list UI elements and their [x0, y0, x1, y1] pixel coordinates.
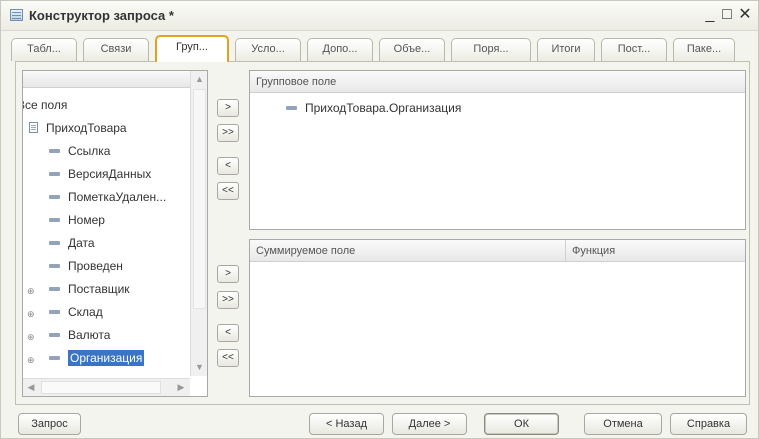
remove-all-summary-fields-button[interactable]: << — [217, 349, 239, 367]
tree-field-item[interactable]: ПометкаУдален... — [49, 190, 166, 209]
tab-grouping[interactable]: Груп... — [155, 35, 229, 62]
group-field-row[interactable]: ПриходТовара.Организация — [286, 101, 461, 120]
minimize-icon[interactable]: _ — [701, 6, 719, 24]
tree-field-item[interactable]: ВерсияДанных — [49, 167, 151, 186]
field-icon — [49, 241, 60, 245]
tree-horizontal-scrollbar[interactable]: ◀ ▶ — [23, 378, 190, 396]
field-icon — [49, 310, 60, 314]
function-column-header[interactable]: Функция — [566, 240, 745, 262]
tab-links[interactable]: Связи — [83, 38, 149, 61]
expand-icon[interactable]: ⊕ — [27, 286, 35, 297]
tree-field-label: Проведен — [68, 259, 123, 273]
expand-icon[interactable]: ⊕ — [27, 332, 35, 343]
tree-field-item[interactable]: Поставщик — [49, 282, 130, 301]
tree-field-item[interactable]: Склад — [49, 305, 103, 324]
field-icon — [49, 149, 60, 153]
add-group-field-button[interactable]: > — [217, 99, 239, 117]
add-all-group-fields-button[interactable]: >> — [217, 124, 239, 142]
scroll-down-icon[interactable]: ▼ — [191, 359, 207, 376]
tab-builder[interactable]: Пост... — [601, 38, 667, 61]
tree-field-label: Поставщик — [68, 282, 130, 296]
title-bar[interactable]: Конструктор запроса * _ □ ✕ — [1, 1, 758, 31]
scroll-right-icon[interactable]: ▶ — [173, 379, 189, 396]
tree-field-item[interactable]: Номер — [49, 213, 105, 232]
tree-field-label: Дата — [68, 236, 95, 250]
tree-field-item[interactable]: Дата — [49, 236, 95, 255]
remove-group-field-button[interactable]: < — [217, 157, 239, 175]
fields-tree[interactable]: Все поля ПриходТовара Ссылка ВерсияДанны… — [22, 70, 208, 397]
field-icon — [49, 195, 60, 199]
tree-field-item[interactable]: Валюта — [49, 328, 110, 347]
group-field-label: ПриходТовара.Организация — [305, 101, 462, 115]
query-button[interactable]: Запрос — [18, 413, 81, 435]
tree-field-item[interactable]: Проведен — [49, 259, 123, 278]
tree-root-all-fields[interactable]: Все поля — [23, 98, 67, 117]
next-button[interactable]: Далее > — [392, 413, 467, 435]
field-icon — [49, 172, 60, 176]
maximize-icon[interactable]: □ — [718, 6, 736, 24]
summary-field-column-header[interactable]: Суммируемое поле — [250, 240, 566, 262]
tree-field-label: ПометкаУдален... — [68, 190, 167, 204]
tab-tables[interactable]: Табл... — [11, 38, 77, 61]
tab-batch[interactable]: Паке... — [673, 38, 735, 61]
back-button[interactable]: < Назад — [309, 413, 384, 435]
scroll-up-icon[interactable]: ▲ — [191, 71, 207, 88]
query-builder-window: Конструктор запроса * _ □ ✕ Табл... Связ… — [0, 0, 759, 439]
tab-unions[interactable]: Объе... — [379, 38, 445, 61]
tree-table-label: ПриходТовара — [46, 121, 127, 135]
tab-order[interactable]: Поря... — [451, 38, 531, 61]
field-icon — [49, 356, 60, 360]
tab-totals[interactable]: Итоги — [537, 38, 595, 61]
close-icon[interactable]: ✕ — [736, 6, 754, 24]
window-title: Конструктор запроса * — [29, 8, 174, 23]
document-icon — [29, 122, 38, 133]
tree-field-label: Склад — [68, 305, 103, 319]
add-all-summary-fields-button[interactable]: >> — [217, 291, 239, 309]
tree-field-label: Валюта — [68, 328, 111, 342]
tree-field-item[interactable]: Ссылка — [49, 144, 110, 163]
field-icon — [286, 106, 297, 110]
expand-icon[interactable]: ⊕ — [27, 355, 35, 366]
group-field-column-header[interactable]: Групповое поле — [250, 71, 745, 93]
scroll-thumb[interactable] — [193, 89, 206, 309]
tree-vertical-scrollbar[interactable]: ▲ ▼ — [190, 71, 207, 376]
table-icon — [10, 9, 23, 21]
tree-field-label: Ссылка — [68, 144, 111, 158]
tree-field-item-selected[interactable]: Организация — [49, 350, 145, 370]
remove-summary-field-button[interactable]: < — [217, 324, 239, 342]
field-icon — [49, 333, 60, 337]
tree-field-label: Организация — [68, 350, 145, 366]
field-icon — [49, 287, 60, 291]
summary-fields-table[interactable]: Суммируемое поле Функция — [249, 239, 746, 397]
tree-table-node[interactable]: ПриходТовара — [29, 121, 127, 140]
scroll-thumb[interactable] — [41, 381, 161, 394]
expand-icon[interactable]: ⊕ — [27, 309, 35, 320]
tab-additional[interactable]: Допо... — [307, 38, 373, 61]
tab-conditions[interactable]: Усло... — [235, 38, 301, 61]
cancel-button[interactable]: Отмена — [584, 413, 662, 435]
help-button[interactable]: Справка — [670, 413, 747, 435]
ok-button[interactable]: ОК — [484, 413, 559, 435]
group-fields-table[interactable]: Групповое поле ПриходТовара.Организация — [249, 70, 746, 230]
tree-field-label: Номер — [68, 213, 105, 227]
tree-field-label: ВерсияДанных — [68, 167, 152, 181]
field-icon — [49, 264, 60, 268]
add-summary-field-button[interactable]: > — [217, 265, 239, 283]
remove-all-group-fields-button[interactable]: << — [217, 182, 239, 200]
scroll-left-icon[interactable]: ◀ — [23, 379, 39, 396]
tree-root-label: Все поля — [22, 98, 68, 112]
field-icon — [49, 218, 60, 222]
fields-tree-header — [23, 71, 190, 88]
